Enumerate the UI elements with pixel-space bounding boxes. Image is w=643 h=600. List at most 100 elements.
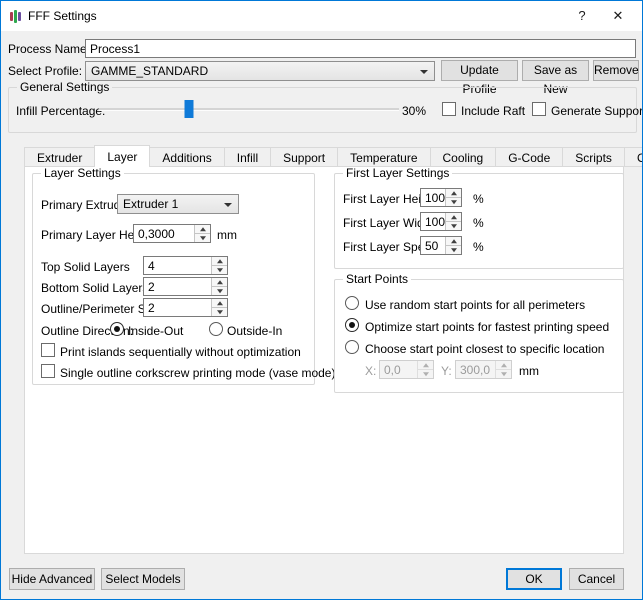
cancel-button[interactable]: Cancel <box>569 568 624 590</box>
process-name-input[interactable] <box>85 39 636 58</box>
start-points-group: Start Points Use random start points for… <box>334 279 624 393</box>
inside-out-radio[interactable] <box>110 322 124 336</box>
select-models-button[interactable]: Select Models <box>101 568 185 590</box>
first-layer-height-spinbox[interactable]: 100 <box>420 188 462 207</box>
spin-up-icon[interactable] <box>446 189 461 198</box>
infill-slider[interactable] <box>99 100 399 118</box>
print-islands-label: Print islands sequentially without optim… <box>60 345 301 359</box>
first-layer-speed-unit: % <box>473 240 484 254</box>
spin-up-icon[interactable] <box>446 237 461 246</box>
save-as-new-button[interactable]: Save as New <box>522 60 589 81</box>
infill-percentage-value: 30% <box>402 104 426 118</box>
start-x-label: X: <box>365 364 376 378</box>
ok-button[interactable]: OK <box>506 568 562 590</box>
random-start-points-radio[interactable] <box>345 296 359 310</box>
first-layer-width-value: 100 <box>425 215 445 229</box>
primary-layer-height-spinbox[interactable]: 0,3000 <box>133 224 211 243</box>
update-profile-button[interactable]: Update Profile <box>441 60 518 81</box>
outline-shells-spinbox[interactable]: 2 <box>143 298 228 317</box>
general-settings-group: General Settings Infill Percentage: 30% … <box>8 87 637 133</box>
first-layer-height-value: 100 <box>425 191 445 205</box>
spin-down-icon[interactable] <box>446 246 461 254</box>
start-y-spin-buttons <box>495 361 511 378</box>
chevron-down-icon <box>224 203 232 207</box>
tab-temperature[interactable]: Temperature <box>337 147 430 167</box>
tab-cooling[interactable]: Cooling <box>430 147 497 167</box>
spin-up-icon[interactable] <box>212 257 227 266</box>
start-x-value: 0,0 <box>384 363 401 377</box>
generate-support-label: Generate Support <box>551 104 643 118</box>
first-layer-width-unit: % <box>473 216 484 230</box>
spin-down-icon[interactable] <box>212 308 227 316</box>
first-layer-height-spin-buttons[interactable] <box>445 189 461 206</box>
settings-tab-bar: Extruder Layer Additions Infill Support … <box>24 145 643 167</box>
primary-layer-height-value: 0,3000 <box>138 227 175 241</box>
first-layer-speed-value: 50 <box>425 239 438 253</box>
chevron-down-icon <box>420 70 428 74</box>
tab-infill[interactable]: Infill <box>224 147 271 167</box>
profile-select[interactable]: GAMME_STANDARD <box>85 61 435 81</box>
spin-up-icon[interactable] <box>446 213 461 222</box>
remove-profile-button[interactable]: Remove <box>593 60 639 81</box>
infill-slider-handle[interactable] <box>185 100 194 118</box>
spin-down-icon[interactable] <box>195 234 210 242</box>
tab-gcode[interactable]: G-Code <box>495 147 563 167</box>
spin-up-icon[interactable] <box>212 278 227 287</box>
start-y-value: 300,0 <box>460 363 490 377</box>
first-layer-width-spin-buttons[interactable] <box>445 213 461 230</box>
layer-settings-group: Layer Settings Primary Extruder Extruder… <box>32 173 315 385</box>
tab-extruder[interactable]: Extruder <box>24 147 95 167</box>
print-islands-checkbox[interactable] <box>41 343 55 357</box>
title-bar[interactable]: FFF Settings ? ✕ <box>1 1 642 31</box>
select-profile-label: Select Profile: <box>8 64 82 78</box>
spin-up-icon[interactable] <box>195 225 210 234</box>
first-layer-speed-spinbox[interactable]: 50 <box>420 236 462 255</box>
first-layer-settings-legend: First Layer Settings <box>343 167 452 180</box>
first-layer-height-unit: % <box>473 192 484 206</box>
primary-layer-height-spin-buttons[interactable] <box>194 225 210 242</box>
fff-settings-dialog: FFF Settings ? ✕ Process Name: Select Pr… <box>0 0 643 600</box>
tab-additions[interactable]: Additions <box>149 147 224 167</box>
app-icon <box>10 9 21 23</box>
first-layer-settings-group: First Layer Settings First Layer Height … <box>334 173 624 269</box>
spin-up-icon <box>496 361 511 370</box>
spin-down-icon[interactable] <box>446 198 461 206</box>
tab-support[interactable]: Support <box>270 147 338 167</box>
outline-shells-spin-buttons[interactable] <box>211 299 227 316</box>
spin-down-icon[interactable] <box>212 287 227 295</box>
close-button[interactable]: ✕ <box>600 1 636 31</box>
include-raft-checkbox[interactable] <box>442 102 456 116</box>
outline-shells-value: 2 <box>148 301 155 315</box>
include-raft-label: Include Raft <box>461 104 525 118</box>
spin-up-icon[interactable] <box>212 299 227 308</box>
spin-down-icon[interactable] <box>446 222 461 230</box>
bottom-solid-layers-spinbox[interactable]: 2 <box>143 277 228 296</box>
infill-slider-track <box>99 108 399 111</box>
bottom-solid-layers-label: Bottom Solid Layers <box>41 281 148 295</box>
top-solid-spin-buttons[interactable] <box>211 257 227 274</box>
start-x-spinbox: 0,0 <box>379 360 434 379</box>
spin-down-icon[interactable] <box>212 266 227 274</box>
vase-mode-checkbox[interactable] <box>41 364 55 378</box>
spin-up-icon <box>418 361 433 370</box>
layer-tab-panel: Layer Settings Primary Extruder Extruder… <box>24 166 624 554</box>
optimize-start-points-radio[interactable] <box>345 318 359 332</box>
tab-other[interactable]: Other <box>624 147 643 167</box>
top-solid-layers-spinbox[interactable]: 4 <box>143 256 228 275</box>
tab-scripts[interactable]: Scripts <box>562 147 625 167</box>
infill-percentage-label: Infill Percentage: <box>16 104 105 118</box>
choose-start-point-radio[interactable] <box>345 340 359 354</box>
first-layer-speed-spin-buttons[interactable] <box>445 237 461 254</box>
tab-layer[interactable]: Layer <box>94 145 150 167</box>
hide-advanced-button[interactable]: Hide Advanced <box>9 568 95 590</box>
help-button[interactable]: ? <box>564 1 600 31</box>
generate-support-checkbox[interactable] <box>532 102 546 116</box>
top-solid-layers-value: 4 <box>148 259 155 273</box>
spin-down-icon <box>418 370 433 378</box>
general-settings-legend: General Settings <box>17 81 112 94</box>
start-y-label: Y: <box>441 364 452 378</box>
bottom-solid-spin-buttons[interactable] <box>211 278 227 295</box>
first-layer-width-spinbox[interactable]: 100 <box>420 212 462 231</box>
outside-in-radio[interactable] <box>209 322 223 336</box>
primary-extruder-select[interactable]: Extruder 1 <box>117 194 239 214</box>
